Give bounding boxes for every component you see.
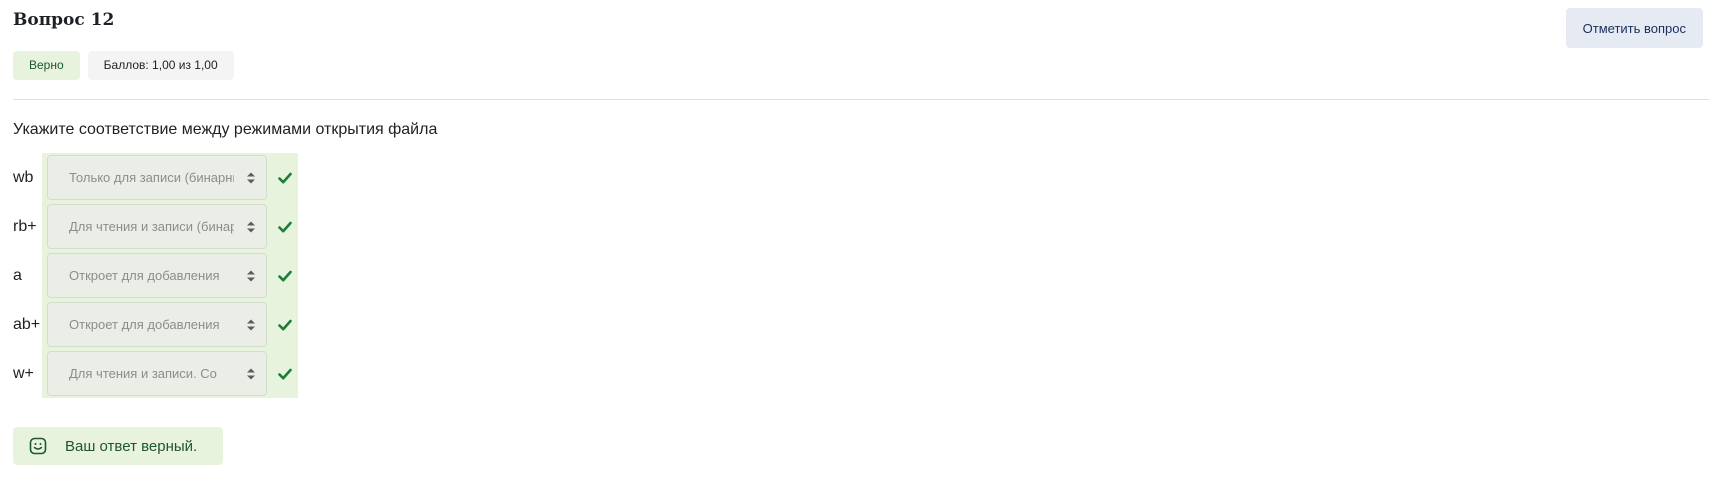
select-arrows-icon	[247, 270, 255, 281]
match-term: rb+	[13, 217, 37, 235]
select-value: Только для записи (бинарный)	[69, 170, 234, 185]
select-value: Для чтения и записи (бинарный)	[69, 219, 234, 234]
match-table: wb Только для записи (бинарный) rb+ Для …	[13, 153, 298, 398]
question-title: Вопрос 12	[13, 10, 115, 30]
divider	[13, 99, 1709, 100]
score-badge: Баллов: 1,00 из 1,00	[87, 51, 234, 80]
status-badge: Верно	[13, 51, 80, 80]
question-info: Верно Баллов: 1,00 из 1,00	[13, 51, 234, 80]
select-value: Откроет для добавления	[69, 317, 220, 332]
smile-icon	[29, 437, 47, 455]
match-term: wb	[13, 168, 34, 186]
answer-cell: Откроет для добавления	[42, 251, 298, 300]
answer-select[interactable]: Для чтения и записи (бинарный)	[47, 204, 267, 249]
answer-select[interactable]: Для чтения и записи. Со	[47, 351, 267, 396]
answer-cell: Откроет для добавления	[42, 300, 298, 349]
match-row: a Откроет для добавления	[13, 251, 298, 300]
select-value: Откроет для добавления	[69, 268, 220, 283]
answer-select[interactable]: Откроет для добавления	[47, 302, 267, 347]
check-icon	[278, 270, 292, 281]
answer-select[interactable]: Откроет для добавления	[47, 253, 267, 298]
answer-cell: Для чтения и записи. Со	[42, 349, 298, 398]
select-value: Для чтения и записи. Со	[69, 366, 217, 381]
select-arrows-icon	[247, 172, 255, 183]
check-icon	[278, 368, 292, 379]
select-arrows-icon	[247, 221, 255, 232]
match-row: rb+ Для чтения и записи (бинарный)	[13, 202, 298, 251]
feedback-banner: Ваш ответ верный.	[13, 427, 223, 465]
match-term: ab+	[13, 315, 41, 333]
question-prompt: Укажите соответствие между режимами откр…	[13, 121, 438, 138]
answer-select[interactable]: Только для записи (бинарный)	[47, 155, 267, 200]
check-icon	[278, 221, 292, 232]
check-icon	[278, 172, 292, 183]
feedback-text: Ваш ответ верный.	[65, 437, 198, 455]
answer-cell: Только для записи (бинарный)	[42, 153, 298, 202]
match-term: a	[13, 266, 22, 284]
question-page: Вопрос 12 Верно Баллов: 1,00 из 1,00 Отм…	[0, 0, 1713, 492]
match-row: ab+ Откроет для добавления	[13, 300, 298, 349]
answer-cell: Для чтения и записи (бинарный)	[42, 202, 298, 251]
select-arrows-icon	[247, 368, 255, 379]
match-row: wb Только для записи (бинарный)	[13, 153, 298, 202]
flag-question-button[interactable]: Отметить вопрос	[1565, 8, 1703, 48]
match-row: w+ Для чтения и записи. Со	[13, 349, 298, 398]
select-arrows-icon	[247, 319, 255, 330]
check-icon	[278, 319, 292, 330]
match-term: w+	[13, 364, 34, 382]
